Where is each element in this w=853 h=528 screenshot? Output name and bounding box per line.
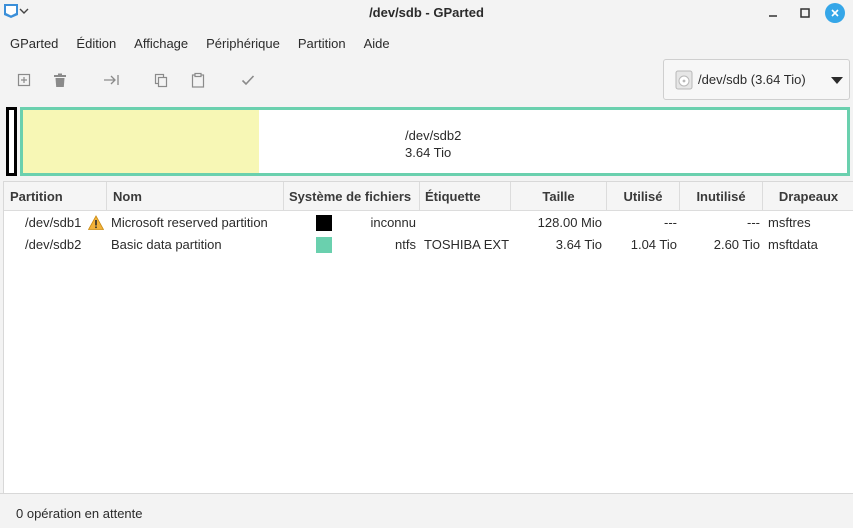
filesystem-color-swatch [316,215,332,231]
copy-button[interactable] [149,68,173,92]
paste-icon [191,72,205,88]
column-header-used[interactable]: Utilisé [607,182,680,211]
device-selector[interactable]: /dev/sdb (3.64 Tio) [663,59,850,100]
menu-bar: GParted Édition Affichage Périphérique P… [0,33,398,55]
column-header-name[interactable]: Nom [107,182,284,211]
menu-aide[interactable]: Aide [354,33,398,55]
disk-graphic: /dev/sdb2 3.64 Tio [0,105,853,178]
partition-graphic-name: /dev/sdb2 [405,128,462,143]
paste-button[interactable] [186,68,210,92]
cell-unused: 2.60 Tio [713,237,760,252]
column-header-filesystem[interactable]: Système de fichiers [284,182,420,211]
disk-drive-icon [675,70,693,90]
cell-used: 1.04 Tio [630,237,677,252]
new-partition-button[interactable] [12,68,36,92]
partition-table: Partition Nom Système de fichiers Étique… [3,181,853,493]
new-partition-icon [17,73,31,87]
apply-button[interactable] [236,68,260,92]
cell-flags: msftdata [768,237,818,252]
close-button[interactable] [825,3,845,23]
maximize-button[interactable] [795,3,815,23]
column-header-partition[interactable]: Partition [4,182,107,211]
cell-label: TOSHIBA EXT [424,237,510,252]
minimize-button[interactable] [763,3,783,23]
menu-affichage[interactable]: Affichage [124,33,196,55]
dropdown-arrow-icon [831,77,843,84]
close-icon [831,9,839,17]
table-header: Partition Nom Système de fichiers Étique… [4,182,853,211]
device-selector-label: /dev/sdb (3.64 Tio) [698,72,806,87]
resize-move-button[interactable] [100,68,124,92]
partition-graphic-sdb2[interactable]: /dev/sdb2 3.64 Tio [20,107,850,176]
column-header-flags[interactable]: Drapeaux [763,182,853,211]
resize-move-icon [104,75,119,85]
cell-used: --- [664,215,677,230]
menu-edition[interactable]: Édition [66,33,124,55]
status-bar: 0 opération en attente [0,493,853,528]
table-row[interactable]: /dev/sdb1 Microsoft reserved partition i… [4,212,853,234]
cell-unused: --- [747,215,760,230]
cell-name: Basic data partition [111,237,222,252]
column-header-label[interactable]: Étiquette [420,182,511,211]
column-header-unused[interactable]: Inutilisé [680,182,763,211]
cell-filesystem: inconnu [370,215,416,230]
window-title: /dev/sdb - GParted [369,5,484,20]
cell-flags: msftres [768,215,811,230]
cell-name: Microsoft reserved partition [111,215,268,230]
cell-filesystem: ntfs [395,237,416,252]
partition-graphic-sdb1[interactable] [6,107,17,176]
minimize-icon [769,15,777,17]
title-bar: /dev/sdb - GParted [0,0,853,26]
menu-gparted[interactable]: GParted [0,33,66,55]
warning-icon [88,215,104,230]
delete-icon [54,73,66,87]
column-header-size[interactable]: Taille [511,182,607,211]
partition-graphic-size: 3.64 Tio [405,145,452,160]
pending-operations-status: 0 opération en attente [16,506,143,521]
cell-partition: /dev/sdb2 [25,237,82,252]
menu-peripherique[interactable]: Périphérique [196,33,288,55]
cell-partition: /dev/sdb1 [25,215,82,230]
cell-size: 128.00 Mio [537,215,602,230]
menu-partition[interactable]: Partition [288,33,354,55]
apply-check-icon [241,75,255,86]
table-row[interactable]: /dev/sdb2 Basic data partition ntfs TOSH… [4,234,853,256]
cell-size: 3.64 Tio [555,237,602,252]
maximize-icon [800,8,810,18]
used-space-bar [23,110,259,173]
filesystem-color-swatch [316,237,332,253]
delete-button[interactable] [48,68,72,92]
copy-icon [154,73,168,88]
